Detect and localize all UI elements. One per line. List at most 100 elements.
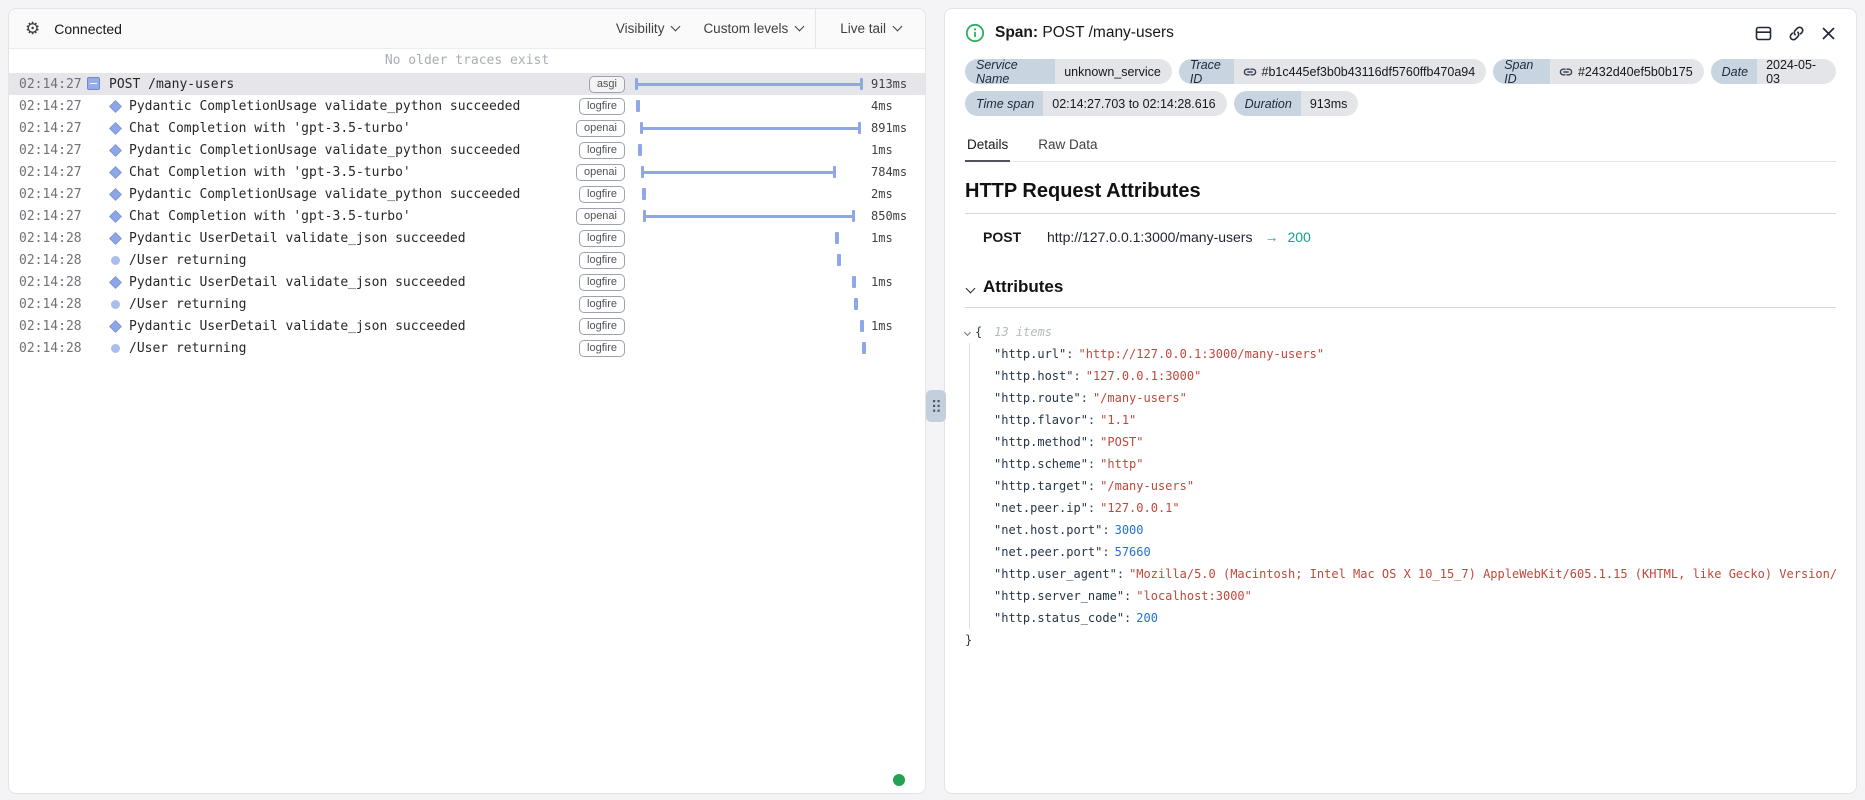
tab-raw-data[interactable]: Raw Data — [1036, 131, 1099, 162]
visibility-dropdown[interactable]: Visibility — [604, 9, 692, 48]
trace-row[interactable]: 02:14:27Chat Completion with 'gpt-3.5-tu… — [9, 205, 925, 227]
trace-duration: 1ms — [863, 275, 915, 289]
items-count: 13 items — [994, 321, 1052, 343]
trace-row[interactable]: 02:14:28/User returninglogfire — [9, 249, 925, 271]
timeline-span-bar — [640, 122, 861, 134]
connection-status: Connected — [54, 21, 122, 37]
trace-timestamp: 02:14:27 — [19, 143, 87, 158]
toolbar-actions: Visibility Custom levels Live tail — [604, 9, 925, 48]
dock-panel-icon[interactable] — [1755, 25, 1772, 42]
request-url: http://127.0.0.1:3000/many-users — [1047, 229, 1252, 245]
live-tail-dropdown[interactable]: Live tail — [816, 9, 925, 48]
span-label: Span: — [995, 24, 1038, 41]
meta-badge: Trace ID#b1c445ef3b0b43116df5760ffb470a9… — [1179, 59, 1486, 84]
trace-row[interactable]: 02:14:28Pydantic UserDetail validate_jso… — [9, 315, 925, 337]
link-chain-icon — [1559, 65, 1573, 79]
json-value: "http://127.0.0.1:3000/many-users" — [1078, 347, 1324, 361]
trace-row[interactable]: 02:14:27Pydantic CompletionUsage validat… — [9, 139, 925, 161]
json-collapse-icon — [964, 328, 971, 335]
link-chain-icon — [1243, 65, 1257, 79]
arrow-right-icon: → — [1264, 229, 1278, 245]
trace-toolbar: ⚙ Connected Visibility Custom levels Liv… — [9, 9, 925, 49]
meta-badges-row-1: Service Nameunknown_service Trace ID#b1c4… — [965, 59, 1836, 84]
panel-splitter-handle[interactable] — [926, 390, 946, 422]
visibility-label: Visibility — [616, 21, 665, 36]
link-icon[interactable] — [1788, 25, 1805, 42]
meta-badge: Service Nameunknown_service — [965, 59, 1172, 84]
trace-label: Pydantic CompletionUsage validate_python… — [129, 99, 579, 114]
timeline-tick — [636, 100, 640, 112]
trace-label: Chat Completion with 'gpt-3.5-turbo' — [129, 209, 576, 224]
trace-timestamp: 02:14:28 — [19, 275, 87, 290]
json-value: "http" — [1100, 457, 1143, 471]
trace-timeline — [635, 315, 863, 337]
custom-levels-dropdown[interactable]: Custom levels — [691, 9, 815, 48]
trace-row[interactable]: 02:14:28Pydantic UserDetail validate_jso… — [9, 227, 925, 249]
trace-timeline — [635, 73, 863, 95]
meta-badge-value[interactable]: #2432d40ef5b0b175 — [1550, 59, 1704, 84]
trace-timeline — [635, 95, 863, 117]
json-entries: "http.url":"http://127.0.0.1:3000/many-u… — [969, 343, 1836, 629]
attributes-json-tree: { 13 items "http.url":"http://127.0.0.1:… — [965, 321, 1836, 651]
trace-row[interactable]: 02:14:27Chat Completion with 'gpt-3.5-tu… — [9, 117, 925, 139]
json-key: "http.flavor" — [994, 413, 1088, 427]
attributes-section-toggle[interactable]: Attributes — [965, 277, 1836, 308]
json-root-line[interactable]: { 13 items — [965, 321, 1836, 343]
trace-timestamp: 02:14:28 — [19, 319, 87, 334]
http-request-attributes-title: HTTP Request Attributes — [965, 180, 1836, 214]
trace-label: /User returning — [129, 341, 579, 356]
meta-badge-label: Span ID — [1493, 59, 1550, 84]
json-attribute-line: "http.host":"127.0.0.1:3000" — [994, 365, 1836, 387]
close-icon[interactable] — [1821, 26, 1836, 41]
trace-row[interactable]: 02:14:28/User returninglogfire — [9, 293, 925, 315]
trace-timeline — [635, 249, 863, 271]
timeline-span-bar — [643, 210, 855, 222]
settings-gear-icon[interactable]: ⚙ — [25, 20, 40, 37]
trace-duration: 4ms — [863, 99, 915, 113]
close-brace: } — [965, 633, 972, 647]
trace-row[interactable]: 02:14:27POST /many-usersasgi913ms — [9, 73, 925, 95]
json-attribute-line: "http.flavor":"1.1" — [994, 409, 1836, 431]
trace-label: Chat Completion with 'gpt-3.5-turbo' — [129, 121, 576, 136]
json-value: "localhost:3000" — [1136, 589, 1252, 603]
json-key: "http.host" — [994, 369, 1073, 383]
timeline-tick — [852, 276, 856, 288]
trace-duration: 1ms — [863, 231, 915, 245]
live-tail-label: Live tail — [840, 21, 886, 36]
scope-badge: logfire — [579, 318, 625, 335]
trace-timeline — [635, 271, 863, 293]
trace-label: /User returning — [129, 297, 579, 312]
scope-badge: logfire — [579, 296, 625, 313]
request-status-code: 200 — [1287, 229, 1310, 245]
json-attribute-line: "http.route":"/many-users" — [994, 387, 1836, 409]
request-summary: POST http://127.0.0.1:3000/many-users → … — [965, 229, 1836, 245]
json-attribute-line: "http.target":"/many-users" — [994, 475, 1836, 497]
trace-row[interactable]: 02:14:27Pydantic CompletionUsage validat… — [9, 95, 925, 117]
scope-badge: openai — [576, 208, 625, 225]
scope-badge: openai — [576, 164, 625, 181]
scope-badge: logfire — [579, 98, 625, 115]
scope-badge: openai — [576, 120, 625, 137]
meta-badge-label: Time span — [965, 91, 1043, 116]
collapse-toggle-icon[interactable] — [87, 76, 100, 93]
trace-timestamp: 02:14:27 — [19, 77, 87, 92]
json-attribute-line: "http.user_agent":"Mozilla/5.0 (Macintos… — [994, 563, 1836, 585]
span-title: Span: POST /many-users — [995, 24, 1174, 42]
trace-row[interactable]: 02:14:28/User returninglogfire — [9, 337, 925, 359]
tab-details[interactable]: Details — [965, 131, 1010, 162]
trace-timestamp: 02:14:27 — [19, 187, 87, 202]
trace-row[interactable]: 02:14:28Pydantic UserDetail validate_jso… — [9, 271, 925, 293]
app: ⚙ Connected Visibility Custom levels Liv… — [0, 0, 1865, 800]
trace-timeline — [635, 227, 863, 249]
span-diamond-icon — [111, 121, 120, 136]
span-diamond-icon — [111, 275, 120, 290]
trace-row[interactable]: 02:14:27Pydantic CompletionUsage validat… — [9, 183, 925, 205]
trace-duration: 784ms — [863, 165, 915, 179]
trace-timestamp: 02:14:28 — [19, 341, 87, 356]
detail-tabs: Details Raw Data — [965, 131, 1836, 162]
trace-timeline — [635, 161, 863, 183]
json-close-line: } — [965, 629, 1836, 651]
trace-row[interactable]: 02:14:27Chat Completion with 'gpt-3.5-tu… — [9, 161, 925, 183]
timeline-span-bar — [635, 78, 863, 90]
meta-badge-value[interactable]: #b1c445ef3b0b43116df5760ffb470a94 — [1234, 59, 1487, 84]
